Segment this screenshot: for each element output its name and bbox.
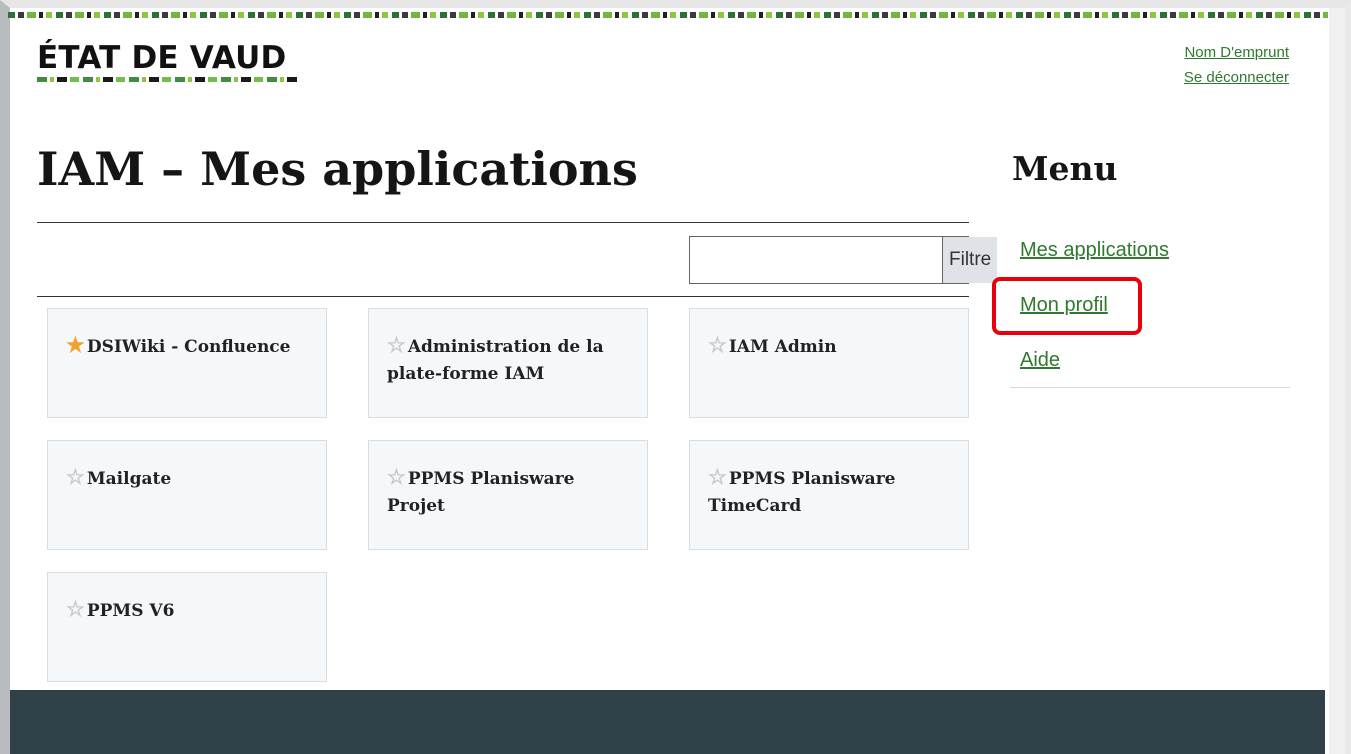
page-title: IAM – Mes applications (37, 142, 638, 196)
logo[interactable]: ÉTAT DE VAUD (37, 40, 286, 76)
user-name-link[interactable]: Nom D'emprunt (1184, 40, 1289, 65)
page-edge-shadow (1329, 8, 1345, 754)
filter-button[interactable]: Filtre (942, 237, 998, 283)
user-links: Nom D'emprunt Se déconnecter (1184, 40, 1289, 90)
star-outline-icon[interactable]: ☆ (387, 332, 406, 357)
star-outline-icon[interactable]: ☆ (708, 464, 727, 489)
app-name: PPMS V6 (86, 601, 175, 621)
highlight-box (992, 277, 1142, 335)
menu-title: Menu (1012, 149, 1118, 188)
divider-top (37, 222, 969, 223)
menu-item-aide[interactable]: Aide (1020, 349, 1060, 372)
app-name: Administration de la plate-forme IAM (387, 337, 604, 384)
app-tile-iam-admin[interactable]: ☆ IAM Admin (689, 308, 969, 418)
star-outline-icon[interactable]: ☆ (708, 332, 727, 357)
app-name: PPMS Planisware Projet (387, 469, 575, 516)
filter-input[interactable] (690, 237, 942, 283)
app-tile-ppms-v6[interactable]: ☆ PPMS V6 (47, 572, 327, 682)
brand-stripe (8, 12, 1328, 18)
star-outline-icon[interactable]: ☆ (66, 464, 85, 489)
logo-underline (37, 77, 299, 82)
star-filled-icon[interactable]: ★ (66, 332, 85, 357)
logout-link[interactable]: Se déconnecter (1184, 65, 1289, 90)
star-outline-icon[interactable]: ☆ (66, 596, 85, 621)
app-tile-dsiwiki[interactable]: ★ DSIWiki - Confluence (47, 308, 327, 418)
app-tile-ppms-timecard[interactable]: ☆ PPMS Planisware TimeCard (689, 440, 969, 550)
app-tile-mailgate[interactable]: ☆ Mailgate (47, 440, 327, 550)
app-name: PPMS Planisware TimeCard (708, 469, 896, 516)
star-outline-icon[interactable]: ☆ (387, 464, 406, 489)
page-footer (10, 690, 1325, 754)
menu-item-mes-applications[interactable]: Mes applications (1020, 239, 1169, 262)
app-tile-ppms-projet[interactable]: ☆ PPMS Planisware Projet (368, 440, 648, 550)
app-name: DSIWiki - Confluence (86, 337, 291, 357)
app-name: IAM Admin (728, 337, 837, 357)
menu-divider (1010, 387, 1290, 388)
divider-bottom (37, 296, 969, 297)
app-tile-administration-iam[interactable]: ☆ Administration de la plate-forme IAM (368, 308, 648, 418)
app-name: Mailgate (86, 469, 172, 489)
filter-bar: Filtre (689, 236, 998, 284)
